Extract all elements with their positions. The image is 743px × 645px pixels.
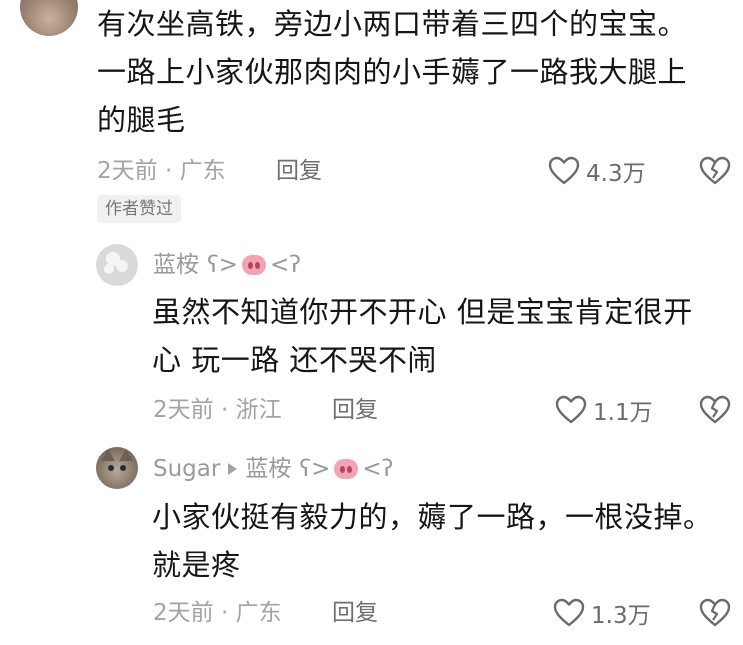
reply-to-username: 蓝桉	[245, 456, 292, 482]
heart-outline-icon	[548, 156, 580, 185]
pig-nose-emoji-icon	[334, 459, 359, 479]
broken-heart-icon[interactable]	[699, 395, 731, 425]
commenter-avatar[interactable]	[20, 0, 78, 36]
comment-text-line: 的腿毛	[97, 103, 186, 137]
reply-text-line: 虽然不知道你开不开心 但是宝宝肯定很开	[152, 295, 693, 329]
heart-outline-icon	[553, 598, 585, 627]
reply-avatar[interactable]	[96, 447, 138, 489]
comment-text-line: 一路上小家伙那肉肉的小手薅了一路我大腿上	[97, 55, 688, 89]
username-text: Sugar	[153, 456, 221, 482]
comment-text: 有次坐高铁，旁边小两口带着三四个的宝宝。 一路上小家伙那肉肉的小手薅了一路我大腿…	[97, 0, 717, 144]
comment-thread: 有次坐高铁，旁边小两口带着三四个的宝宝。 一路上小家伙那肉肉的小手薅了一路我大腿…	[0, 0, 743, 645]
comment-text-line: 有次坐高铁，旁边小两口带着三四个的宝宝。	[97, 7, 688, 41]
heart-outline-icon	[555, 395, 587, 424]
reply-text-line: 就是疼	[152, 548, 241, 582]
username-emoji-right: <ʔ	[362, 456, 394, 482]
reply-username[interactable]: Sugar 蓝桉 ʕ> <ʔ	[153, 454, 393, 484]
like-button[interactable]: 1.3万	[553, 597, 651, 629]
comment-time-location: 2天前 · 广东	[97, 158, 226, 184]
reply-text: 小家伙挺有毅力的，薅了一路，一根没掉。 就是疼	[152, 493, 722, 589]
broken-heart-icon[interactable]	[699, 598, 731, 628]
reply-text-line: 心 玩一路 还不哭不闹	[152, 343, 437, 377]
reply-text-line: 小家伙挺有毅力的，薅了一路，一根没掉。	[152, 500, 713, 534]
like-button[interactable]: 1.1万	[555, 394, 653, 426]
play-triangle-icon	[228, 463, 238, 475]
pig-nose-emoji-icon	[242, 255, 267, 275]
username-emoji-left: ʕ>	[299, 456, 331, 482]
reply-button[interactable]: 回复	[332, 395, 378, 425]
reply-button[interactable]: 回复	[332, 598, 378, 628]
like-count: 4.3万	[586, 161, 646, 187]
reply-avatar[interactable]	[96, 244, 138, 286]
reply-time-location: 2天前 · 广东	[153, 600, 282, 626]
reply-text: 虽然不知道你开不开心 但是宝宝肯定很开 心 玩一路 还不哭不闹	[152, 288, 722, 384]
reply-time-location: 2天前 · 浙江	[153, 397, 282, 423]
like-count: 1.1万	[593, 400, 653, 426]
reply-username[interactable]: 蓝桉 ʕ> <ʔ	[153, 250, 301, 280]
like-count: 1.3万	[591, 603, 651, 629]
username-emoji-left: ʕ>	[207, 252, 239, 278]
username-text: 蓝桉	[153, 252, 199, 278]
username-emoji-right: <ʔ	[270, 252, 302, 278]
like-button[interactable]: 4.3万	[548, 155, 646, 187]
reply-button[interactable]: 回复	[276, 156, 322, 186]
author-liked-badge: 作者赞过	[97, 195, 181, 223]
broken-heart-icon[interactable]	[699, 156, 731, 186]
